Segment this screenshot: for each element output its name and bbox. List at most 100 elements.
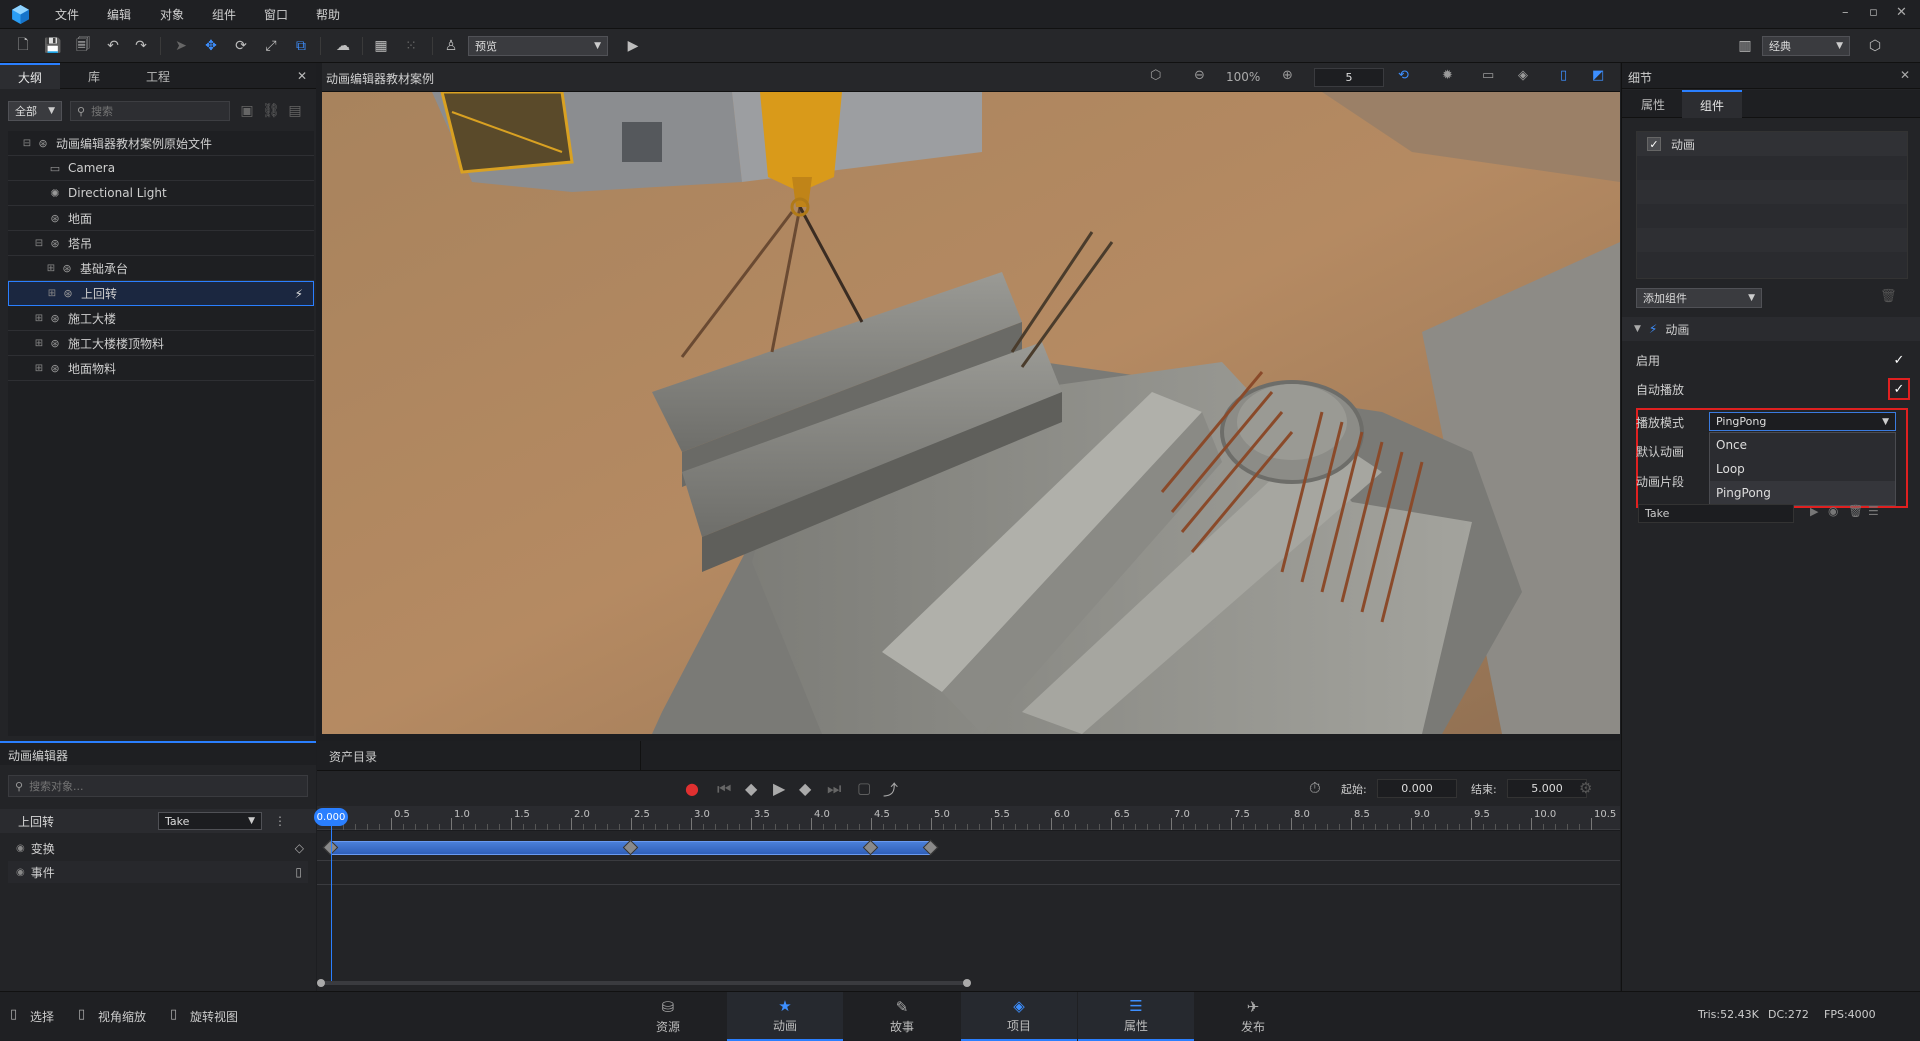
trash-icon[interactable]: 🗑: [1848, 504, 1863, 518]
clip-select[interactable]: Take ▼: [158, 812, 262, 830]
snap-grid-icon[interactable]: ⁙: [400, 35, 422, 57]
expand-toggle-icon[interactable]: ⊞: [34, 363, 44, 374]
tab-components[interactable]: 组件: [1682, 90, 1742, 118]
playhead-line[interactable]: [331, 808, 332, 983]
gear-icon[interactable]: ⚙: [1579, 779, 1592, 797]
start-time-input[interactable]: 0.000: [1377, 779, 1457, 798]
save-icon[interactable]: 💾: [42, 35, 64, 57]
tree-item[interactable]: ⊟ ⊛ 动画编辑器教材案例原始文件: [8, 131, 314, 156]
grid-icon[interactable]: ▦: [370, 35, 392, 57]
close-icon[interactable]: ✕: [292, 63, 312, 89]
animation-section-header[interactable]: ▼ ⚡ 动画: [1622, 317, 1920, 341]
zoom-in-icon[interactable]: ⊕: [1282, 68, 1293, 83]
zoom-out-icon[interactable]: ⊖: [1194, 68, 1205, 83]
nav-tab[interactable]: ⛁ 资源: [610, 992, 726, 1041]
tree-item[interactable]: ⊟ ⊛ 塔吊: [8, 231, 314, 256]
play-mode-select[interactable]: PingPong ▼: [1709, 412, 1896, 431]
expand-toggle-icon[interactable]: ⊟: [34, 238, 44, 249]
autoplay-checkbox[interactable]: ✓: [1888, 378, 1910, 400]
nav-tab[interactable]: ✈ 发布: [1195, 992, 1311, 1041]
tab-properties[interactable]: 属性: [1626, 90, 1680, 118]
expand-toggle-icon[interactable]: ⊟: [22, 138, 32, 149]
minimize-button[interactable]: –: [1842, 5, 1849, 20]
enabled-checkbox[interactable]: ✓: [1892, 353, 1906, 368]
expand-toggle-icon[interactable]: ⊞: [47, 288, 57, 299]
wireframe-icon[interactable]: ⬡: [1150, 68, 1161, 83]
nav-tab[interactable]: ☰ 属性: [1078, 992, 1194, 1041]
option-pingpong[interactable]: PingPong: [1710, 481, 1895, 505]
list-icon[interactable]: ☰: [1868, 504, 1879, 518]
prev-key-icon[interactable]: ◆: [745, 779, 757, 798]
playhead-time[interactable]: 0.000: [314, 808, 348, 826]
tree-item[interactable]: ⊞ ⊛ 施工大楼: [8, 306, 314, 331]
rotate-icon[interactable]: ⟳: [230, 35, 252, 57]
close-window-button[interactable]: ✕: [1896, 5, 1907, 20]
tree-item[interactable]: ⊞ ⊛ 基础承台: [8, 256, 314, 281]
link-icon[interactable]: ⛓: [260, 100, 282, 122]
add-component-select[interactable]: 添加组件 ▼: [1636, 288, 1762, 308]
checkbox-checked-icon[interactable]: ✓: [1647, 137, 1661, 151]
anim-search-input[interactable]: [29, 779, 280, 793]
lock-icon[interactable]: ▯: [1560, 68, 1567, 83]
import-icon[interactable]: ▤: [284, 100, 306, 122]
select-arrow-icon[interactable]: ➤: [170, 35, 192, 57]
tree-item[interactable]: ⊞ ⊛ 地面物料: [8, 356, 314, 381]
tree-item[interactable]: ⊞ ⊛ 施工大楼楼顶物料: [8, 331, 314, 356]
undo-icon[interactable]: ↶: [102, 35, 124, 57]
skip-end-icon[interactable]: ⏭: [827, 779, 841, 799]
menu-window[interactable]: 窗口: [264, 6, 288, 23]
menu-component[interactable]: 组件: [212, 6, 236, 23]
nav-tab[interactable]: ◈ 项目: [961, 992, 1077, 1041]
clip-field[interactable]: Take: [1638, 504, 1794, 523]
filter-select[interactable]: 全部 ▼: [8, 101, 62, 121]
3d-viewport[interactable]: [322, 92, 1620, 734]
end-time-input[interactable]: 5.000: [1507, 779, 1587, 798]
outline-search-input[interactable]: [91, 104, 212, 118]
keyframe-diamond-icon[interactable]: ◇: [295, 841, 304, 855]
tree-item[interactable]: ✺ Directional Light: [8, 181, 314, 206]
menu-edit[interactable]: 编辑: [107, 6, 131, 23]
menu-help[interactable]: 帮助: [316, 6, 340, 23]
maximize-button[interactable]: ▫: [1869, 5, 1878, 20]
new-file-icon[interactable]: 🗋: [12, 35, 34, 57]
component-item-animation[interactable]: ✓ 动画: [1637, 132, 1907, 156]
menu-file[interactable]: 文件: [55, 6, 79, 23]
trash-icon[interactable]: 🗑: [1880, 289, 1897, 304]
tab-asset-catalog[interactable]: 资产目录: [317, 741, 641, 771]
nav-tab[interactable]: ✎ 故事: [844, 992, 960, 1041]
record-icon[interactable]: ●: [685, 779, 699, 798]
tree-item[interactable]: ▭ Camera: [8, 156, 314, 181]
option-loop[interactable]: Loop: [1710, 457, 1895, 481]
group-icon[interactable]: ▣: [236, 100, 258, 122]
play-icon[interactable]: ▶: [622, 35, 644, 57]
sun-icon[interactable]: ✹: [1442, 68, 1453, 83]
expand-toggle-icon[interactable]: ⊞: [34, 338, 44, 349]
save-all-icon[interactable]: 🗐: [72, 35, 94, 57]
fullscreen-icon[interactable]: ◩: [1592, 68, 1604, 83]
eye-icon[interactable]: ◉: [16, 867, 25, 878]
tree-item[interactable]: ⊞ ⊛ 上回转 ⚡: [8, 281, 314, 306]
camera-speed-input[interactable]: 5: [1314, 68, 1384, 87]
play-icon[interactable]: ▶: [773, 779, 785, 798]
timer-icon[interactable]: ⏱: [1309, 779, 1321, 797]
camera-icon[interactable]: ▭: [1482, 68, 1494, 83]
track-row-transform[interactable]: ◉ 变换 ◇: [8, 837, 308, 859]
cloud-icon[interactable]: ☁: [332, 35, 354, 57]
outline-search[interactable]: ⚲: [70, 101, 230, 121]
timeline-scrollbar[interactable]: [317, 981, 967, 985]
close-icon[interactable]: ✕: [1900, 68, 1910, 82]
refresh-icon[interactable]: ⟲: [1398, 68, 1409, 83]
loop-icon[interactable]: ▢: [857, 779, 871, 797]
skip-start-icon[interactable]: ⏮: [717, 779, 731, 799]
preview-mode-select[interactable]: 预览 ▼: [468, 36, 608, 56]
layout-icon[interactable]: ▥: [1734, 35, 1756, 57]
scrollbar-handle-end[interactable]: [963, 979, 971, 987]
track-row-event[interactable]: ◉ 事件 ▯: [8, 861, 308, 883]
anim-search[interactable]: ⚲: [8, 775, 308, 797]
settings-hex-icon[interactable]: ⬡: [1864, 35, 1886, 57]
tab-outline[interactable]: 大纲: [0, 63, 60, 89]
scale-icon[interactable]: ⤢: [260, 35, 282, 57]
curve-icon[interactable]: ⤴: [883, 779, 898, 800]
animation-icon[interactable]: ⚡: [295, 287, 303, 301]
option-once[interactable]: Once: [1710, 433, 1895, 457]
